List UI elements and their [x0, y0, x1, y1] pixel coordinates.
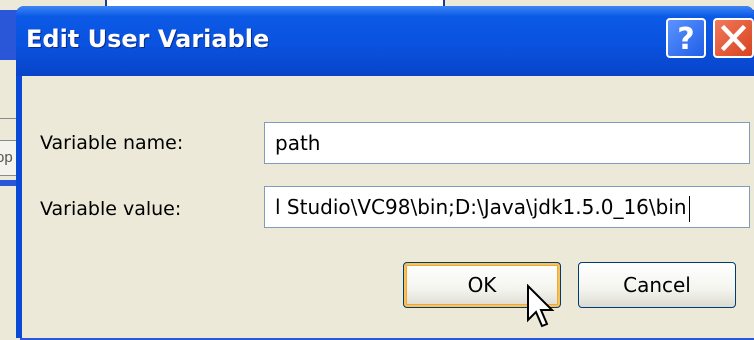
variable-value-value: l Studio\VC98\bin;D:\Java\jdk1.5.0_16\bi… [275, 195, 687, 219]
variable-name-value: path [275, 131, 321, 155]
close-button[interactable] [713, 18, 754, 58]
cancel-button[interactable]: Cancel [578, 262, 736, 308]
variable-name-label: Variable name: [40, 132, 184, 154]
mouse-pointer-icon [527, 284, 555, 328]
dialog-titlebar[interactable]: Edit User Variable ? [16, 6, 754, 76]
background-partial-text: op [0, 149, 13, 166]
close-icon [720, 24, 747, 52]
variable-name-input[interactable]: path [264, 122, 750, 164]
variable-value-label: Variable value: [40, 198, 182, 220]
dialog-body: Variable name: path Variable value: l St… [22, 76, 754, 338]
text-caret [688, 195, 690, 222]
svg-text:?: ? [677, 22, 694, 56]
help-button[interactable]: ? [666, 18, 706, 58]
help-icon: ? [677, 22, 694, 56]
edit-user-variable-dialog: Edit User Variable ? Variable name: path… [16, 6, 754, 338]
dialog-title: Edit User Variable [26, 25, 270, 53]
variable-value-input[interactable]: l Studio\VC98\bin;D:\Java\jdk1.5.0_16\bi… [264, 186, 750, 228]
